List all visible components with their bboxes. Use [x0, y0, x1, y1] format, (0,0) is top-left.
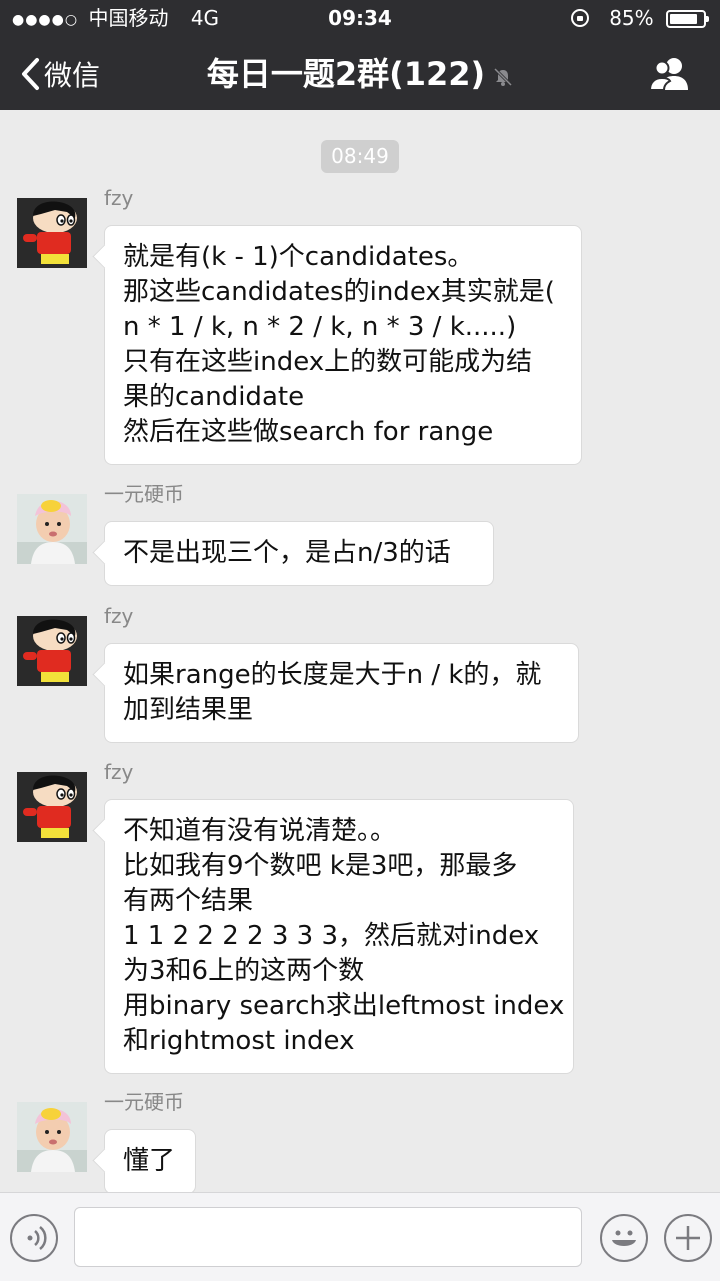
chat-area[interactable]: 08:49 fzy 就是有(k - 1)个candidates。 那这些cand…: [0, 110, 720, 1192]
message-line: 有两个结果: [123, 886, 254, 916]
cartoon-boy-avatar-icon: [17, 616, 87, 686]
message-line: 为3和6上的这两个数: [123, 956, 365, 986]
message-bubble[interactable]: 不知道有没有说清楚。。 比如我有9个数吧 k是3吧，那最多 有两个结果 1 1 …: [104, 799, 574, 1074]
message-timestamp: 08:49: [321, 140, 399, 173]
message-line: n * 1 / k, n * 2 / k, n * 3 / k.....): [123, 312, 517, 342]
message-bubble[interactable]: 懂了: [104, 1129, 196, 1192]
navigation-bar: 微信 每日一题2群(122): [0, 36, 720, 110]
group-name: 每日一题2群(122): [206, 55, 486, 93]
message-line: 用binary search求出leftmost index: [123, 991, 565, 1021]
message-line: 就是有(k - 1)个candidates。: [123, 242, 474, 272]
sender-name: fzy: [104, 186, 134, 210]
avatar[interactable]: [17, 1102, 87, 1172]
message-line: 然后在这些做search for range: [123, 417, 494, 447]
message-line: 只有在这些index上的数可能成为结: [123, 347, 533, 377]
sender-name: 一元硬币: [104, 1090, 184, 1114]
group-members-button[interactable]: [648, 56, 692, 92]
cartoon-boy-avatar-icon: [17, 198, 87, 268]
message-line: 果的candidate: [123, 382, 305, 412]
baby-photo-avatar-icon: [17, 1102, 87, 1172]
plus-icon: [676, 1226, 700, 1250]
message-bubble[interactable]: 就是有(k - 1)个candidates。 那这些candidates的ind…: [104, 225, 582, 465]
mute-bell-icon: [494, 67, 513, 87]
message-input[interactable]: [74, 1207, 582, 1267]
group-members-icon: [648, 58, 688, 91]
message-line: 和rightmost index: [123, 1026, 355, 1056]
input-bar: [0, 1192, 720, 1281]
rotation-lock-icon: [570, 9, 589, 27]
chat-title: 每日一题2群(122): [0, 54, 720, 94]
message-line: 如果range的长度是大于n / k的，就: [123, 660, 542, 690]
sender-name: 一元硬币: [104, 482, 184, 506]
voice-input-button[interactable]: [10, 1214, 58, 1262]
message-bubble[interactable]: 不是出现三个，是占n/3的话: [104, 521, 494, 586]
message-line: 加到结果里: [123, 695, 254, 725]
sender-name: fzy: [104, 604, 134, 628]
message-line: 懂了: [123, 1146, 176, 1176]
voice-icon: [27, 1226, 47, 1250]
avatar[interactable]: [17, 198, 87, 268]
more-options-button[interactable]: [664, 1214, 712, 1262]
message-line: 不知道有没有说清楚。。: [123, 816, 397, 846]
message-bubble[interactable]: 如果range的长度是大于n / k的，就 加到结果里: [104, 643, 579, 743]
battery-percentage: 85%: [609, 6, 654, 30]
sender-name: fzy: [104, 760, 134, 784]
message-line: 不是出现三个，是占n/3的话: [123, 538, 451, 568]
message-line: 那这些candidates的index其实就是(: [123, 277, 555, 307]
baby-photo-avatar-icon: [17, 494, 87, 564]
message-line: 比如我有9个数吧 k是3吧，那最多: [123, 851, 518, 881]
avatar[interactable]: [17, 772, 87, 842]
avatar[interactable]: [17, 494, 87, 564]
message-line: 1 1 2 2 2 2 3 3 3，然后就对index: [123, 921, 540, 951]
cartoon-boy-avatar-icon: [17, 772, 87, 842]
battery-icon: [666, 10, 709, 28]
top-bar: ●●●●○ 中国移动 4G 09:34 85% 微信 每日一题2群(122): [0, 0, 720, 110]
avatar[interactable]: [17, 616, 87, 686]
emoji-button[interactable]: [600, 1214, 648, 1262]
status-bar: ●●●●○ 中国移动 4G 09:34 85%: [0, 0, 720, 36]
emoji-icon: [612, 1230, 636, 1246]
